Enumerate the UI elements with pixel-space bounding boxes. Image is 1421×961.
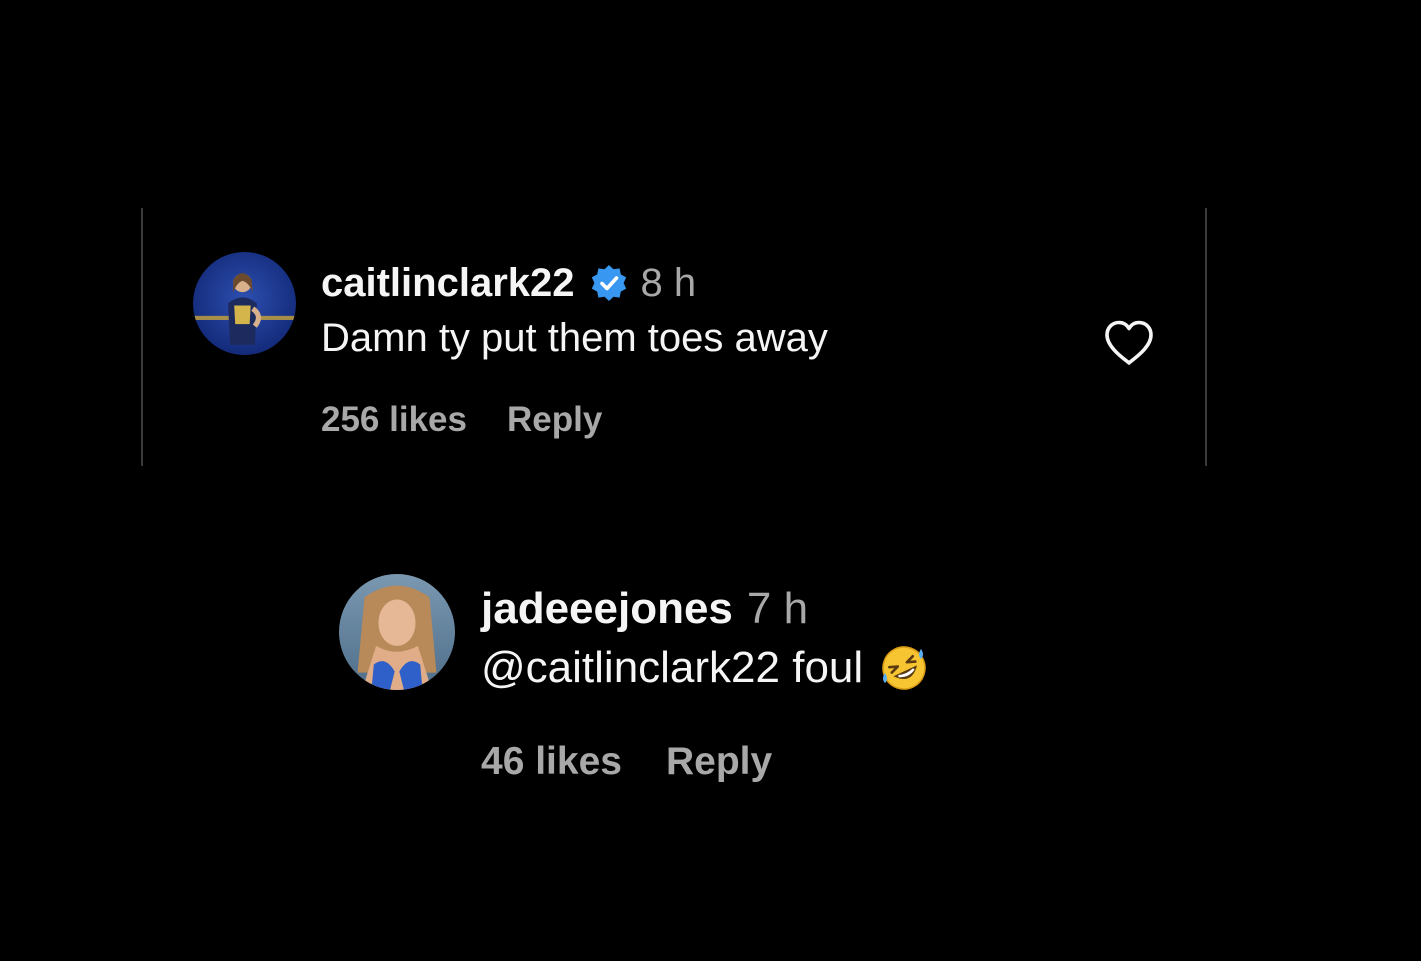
rolling-on-floor-laughing-icon	[879, 643, 929, 693]
avatar-photo	[339, 574, 455, 690]
avatar[interactable]	[193, 252, 296, 355]
thread-right-border	[1205, 208, 1207, 466]
timestamp: 8 h	[640, 260, 697, 305]
likes-count[interactable]: 256 likes	[321, 400, 467, 440]
username[interactable]: caitlinclark22	[321, 261, 575, 306]
verified-badge-icon	[589, 263, 629, 303]
timestamp: 7 h	[746, 584, 809, 633]
username[interactable]: jadeeejones	[481, 584, 733, 634]
avatar[interactable]	[339, 574, 455, 690]
comment-text: Damn ty put them toes away	[321, 316, 828, 360]
heart-outline-icon[interactable]	[1102, 318, 1156, 368]
comment-text-row: @caitlinclark22 foul	[481, 643, 929, 693]
reply-button[interactable]: Reply	[666, 740, 772, 784]
reply-button[interactable]: Reply	[507, 400, 602, 440]
comment-header: jadeeejones 7 h	[481, 582, 808, 636]
comment-meta: 46 likes Reply	[481, 740, 772, 784]
likes-count[interactable]: 46 likes	[481, 740, 622, 784]
comment-meta: 256 likes Reply	[321, 400, 602, 440]
comment-text: @caitlinclark22 foul	[481, 643, 864, 692]
comment-header: caitlinclark22 8 h	[321, 258, 696, 308]
avatar-photo	[193, 252, 296, 355]
thread-left-border	[141, 208, 143, 466]
